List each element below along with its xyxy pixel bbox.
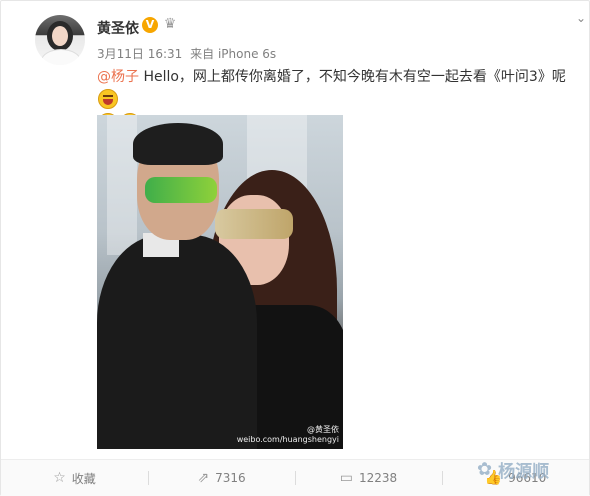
mention-link[interactable]: @杨子: [97, 69, 139, 85]
member-badge-icon: ♛: [163, 16, 177, 32]
comment-count: 12238: [359, 471, 398, 485]
comment-button[interactable]: ▭ 12238: [295, 460, 442, 496]
repost-button[interactable]: ⇗ 7316: [148, 460, 295, 496]
wechat-icon: ✿: [477, 459, 493, 480]
photo-woman-sunglasses: [215, 209, 293, 239]
post-source: 来自 iPhone 6s: [190, 47, 277, 61]
overlay-watermark: ✿ 杨源顺: [477, 457, 549, 482]
photo-watermark-url: weibo.com/huangshengyi: [236, 435, 339, 444]
comment-icon: ▭: [339, 470, 354, 486]
avatar-shoulders: [41, 49, 81, 65]
verified-badge-icon: V: [142, 17, 158, 33]
laughing-emoji-icon: [98, 89, 118, 109]
favorite-label: 收藏: [71, 471, 96, 486]
star-icon: ☆: [53, 470, 66, 486]
author-name[interactable]: 黄圣依: [97, 18, 139, 38]
photo-man-sunglasses: [145, 177, 217, 203]
photo-man-hair: [133, 123, 223, 165]
avatar-face: [52, 26, 68, 46]
post-photo[interactable]: @黄圣依 weibo.com/huangshengyi: [97, 115, 343, 449]
chevron-down-icon[interactable]: ⌄: [574, 11, 588, 25]
repost-icon: ⇗: [197, 470, 210, 486]
post-text-body: Hello，网上都传你离婚了，不知今晚有木有空一起去看《叶问3》呢: [139, 69, 566, 85]
overlay-watermark-text: 杨源顺: [498, 462, 550, 482]
photo-window-light: [107, 115, 137, 255]
photo-watermark: @黄圣依 weibo.com/huangshengyi: [237, 425, 339, 445]
repost-count: 7316: [215, 471, 246, 485]
author-avatar[interactable]: [35, 15, 85, 65]
photo-man-jacket: [97, 235, 257, 449]
photo-watermark-handle: @黄圣依: [307, 425, 339, 434]
post-meta: 3月11日 16:31 来自 iPhone 6s: [97, 45, 280, 62]
post-timestamp[interactable]: 3月11日 16:31: [97, 47, 182, 61]
weibo-post-card: 黄圣依 V ♛ ⌄ 3月11日 16:31 来自 iPhone 6s @杨子 H…: [0, 0, 590, 496]
favorite-button[interactable]: ☆ 收藏: [1, 460, 148, 496]
